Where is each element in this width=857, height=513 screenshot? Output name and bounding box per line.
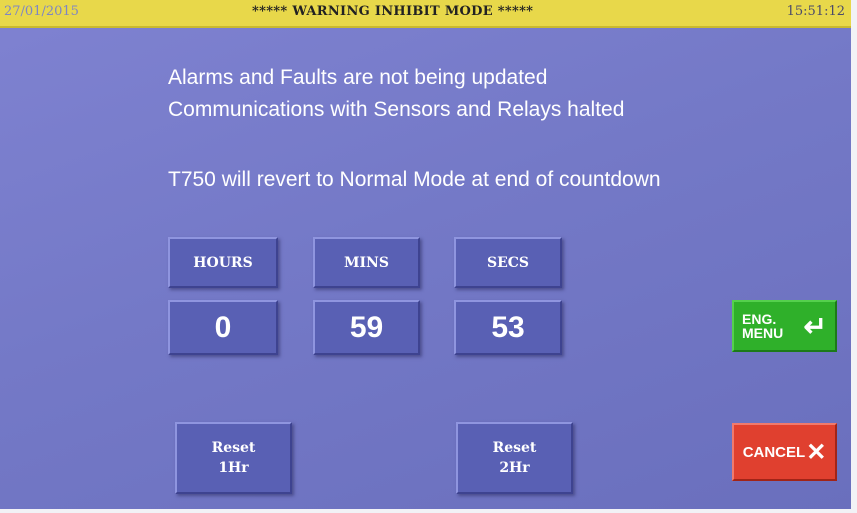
mode-warning-title: ***** WARNING INHIBIT MODE *****	[252, 4, 534, 19]
reset-2hr-label-line1: Reset	[492, 440, 537, 456]
reset-1hr-button[interactable]: Reset 1Hr	[175, 422, 292, 494]
cancel-label: CANCEL	[742, 443, 806, 461]
reset-2hr-label-line2: 2Hr	[499, 460, 530, 476]
date-display: 27/01/2015	[4, 4, 79, 19]
enter-arrow-icon: ↵	[803, 310, 827, 342]
status-bar: 27/01/2015 ***** WARNING INHIBIT MODE **…	[0, 0, 851, 28]
mins-value: 59	[313, 300, 420, 355]
eng-menu-button[interactable]: ENG. MENU ↵	[732, 300, 837, 352]
message-communications: Communications with Sensors and Relays h…	[168, 98, 625, 121]
reset-1hr-label-line1: Reset	[211, 440, 256, 456]
secs-label: SECS	[454, 237, 562, 288]
time-display: 15:51:12	[786, 4, 845, 19]
message-alarms: Alarms and Faults are not being updated	[168, 66, 548, 89]
mins-label: MINS	[313, 237, 420, 288]
cancel-button[interactable]: CANCEL ✕	[732, 423, 837, 481]
hours-value: 0	[168, 300, 278, 355]
hours-label: HOURS	[168, 237, 278, 288]
x-icon: ✕	[806, 438, 827, 466]
hmi-screen: 27/01/2015 ***** WARNING INHIBIT MODE **…	[0, 0, 851, 509]
reset-2hr-button[interactable]: Reset 2Hr	[456, 422, 573, 494]
secs-value: 53	[454, 300, 562, 355]
eng-menu-label: ENG. MENU	[742, 312, 783, 340]
message-revert: T750 will revert to Normal Mode at end o…	[168, 168, 661, 191]
reset-1hr-label-line2: 1Hr	[218, 460, 249, 476]
eng-menu-label-line2: MENU	[742, 325, 784, 341]
